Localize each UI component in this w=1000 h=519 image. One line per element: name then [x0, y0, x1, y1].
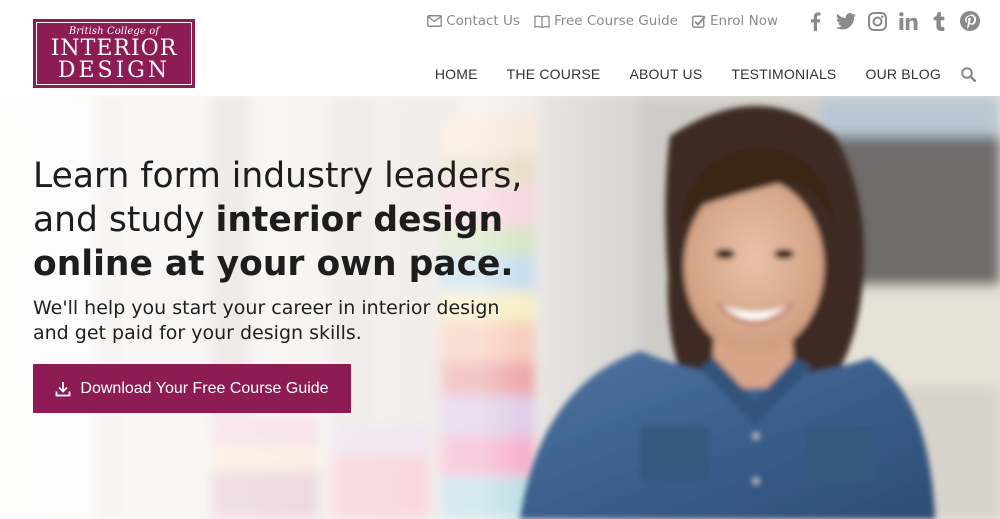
nav-home[interactable]: HOME [435, 66, 478, 82]
download-course-guide-button[interactable]: Download Your Free Course Guide [33, 364, 351, 413]
twitter-icon[interactable] [836, 10, 856, 32]
enrol-now-link[interactable]: Enrol Now [692, 13, 778, 29]
nav-the-course[interactable]: THE COURSE [507, 66, 601, 82]
hero-headline: Learn form industry leaders, and study i… [33, 154, 553, 286]
download-button-label: Download Your Free Course Guide [80, 379, 329, 397]
utility-bar: Contact Us Free Course Guide Enrol Now [427, 10, 980, 32]
download-icon [56, 381, 71, 396]
free-course-guide-link[interactable]: Free Course Guide [534, 13, 678, 29]
tumblr-icon[interactable] [929, 10, 949, 32]
nav-about-us[interactable]: ABOUT US [629, 66, 702, 82]
site-header: British College of INTERIOR DESIGN Conta… [0, 0, 1000, 96]
instagram-icon[interactable] [867, 10, 887, 32]
pinterest-icon[interactable] [960, 10, 980, 32]
contact-label: Contact Us [446, 13, 520, 29]
free-course-guide-label: Free Course Guide [553, 13, 678, 29]
checkbox-icon [692, 15, 706, 28]
site-logo[interactable]: British College of INTERIOR DESIGN [33, 19, 195, 88]
social-links [794, 10, 980, 32]
linkedin-icon[interactable] [898, 10, 918, 32]
nav-our-blog[interactable]: OUR BLOG [865, 66, 941, 82]
envelope-icon [427, 15, 443, 27]
nav-testimonials[interactable]: TESTIMONIALS [731, 66, 836, 82]
contact-link[interactable]: Contact Us [427, 13, 520, 29]
enrol-now-label: Enrol Now [709, 13, 778, 29]
logo-line-3: DESIGN [57, 58, 171, 83]
search-icon[interactable] [961, 66, 976, 82]
hero-subtext: We'll help you start your career in inte… [33, 297, 500, 344]
facebook-icon[interactable] [805, 10, 825, 32]
hero-section: Learn form industry leaders, and study i… [0, 96, 1000, 519]
main-nav: HOME THE COURSE ABOUT US TESTIMONIALS OU… [406, 66, 976, 82]
book-icon [534, 14, 550, 28]
